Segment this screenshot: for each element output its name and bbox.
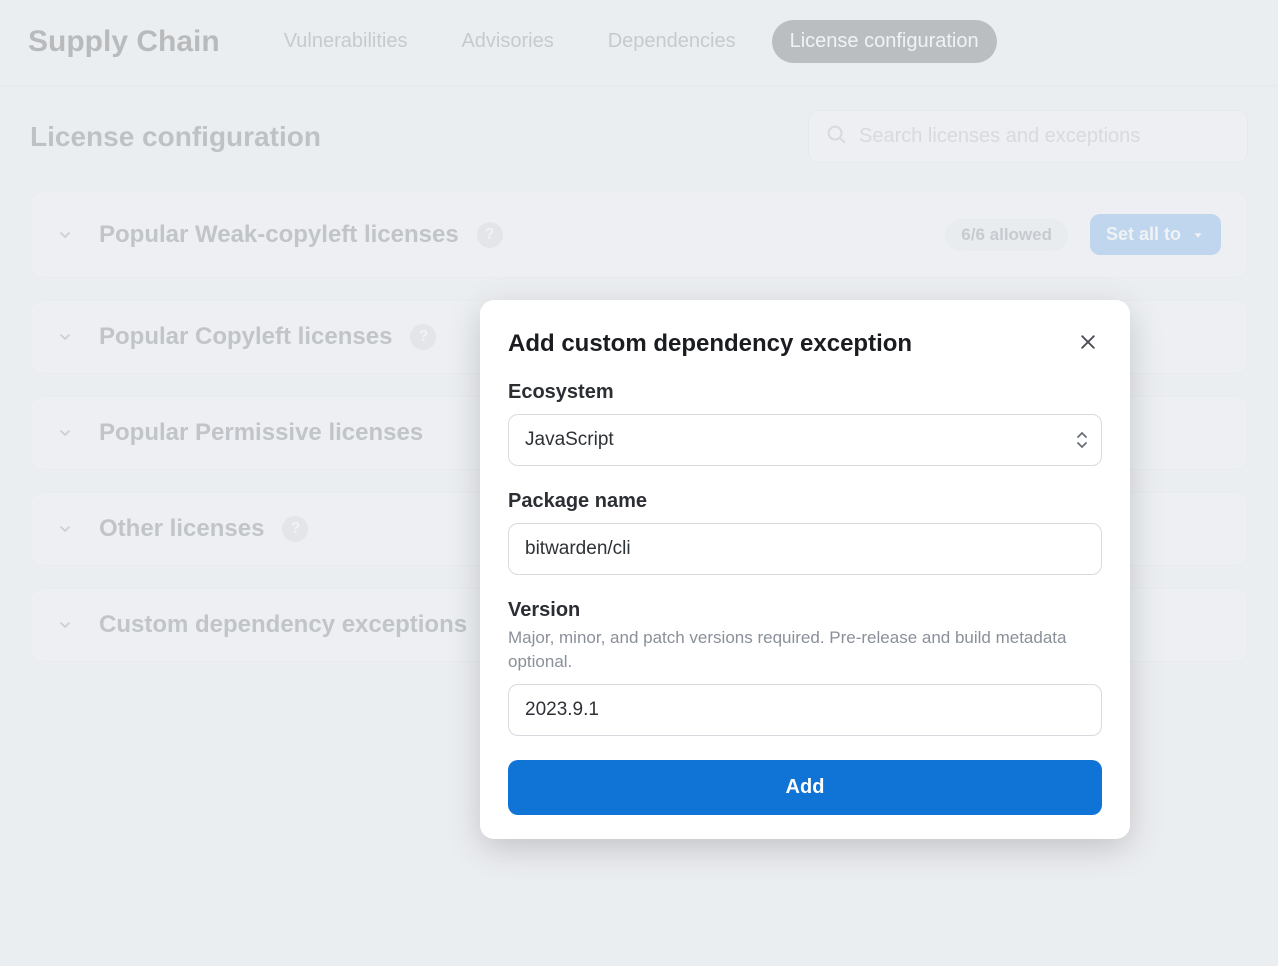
close-icon [1078,340,1098,355]
ecosystem-select[interactable] [508,414,1102,466]
ecosystem-label: Ecosystem [508,381,1102,404]
modal-header: Add custom dependency exception [508,328,1102,359]
close-button[interactable] [1074,328,1102,359]
add-button[interactable]: Add [508,760,1102,815]
package-name-input[interactable] [508,523,1102,575]
package-name-label: Package name [508,490,1102,513]
version-input[interactable] [508,684,1102,736]
add-exception-modal: Add custom dependency exception Ecosyste… [480,300,1130,839]
ecosystem-select-wrap [508,414,1102,466]
modal-title: Add custom dependency exception [508,330,912,358]
modal-overlay: Add custom dependency exception Ecosyste… [0,0,1278,966]
version-label: Version [508,599,1102,622]
version-helper-text: Major, minor, and patch versions require… [508,626,1102,674]
